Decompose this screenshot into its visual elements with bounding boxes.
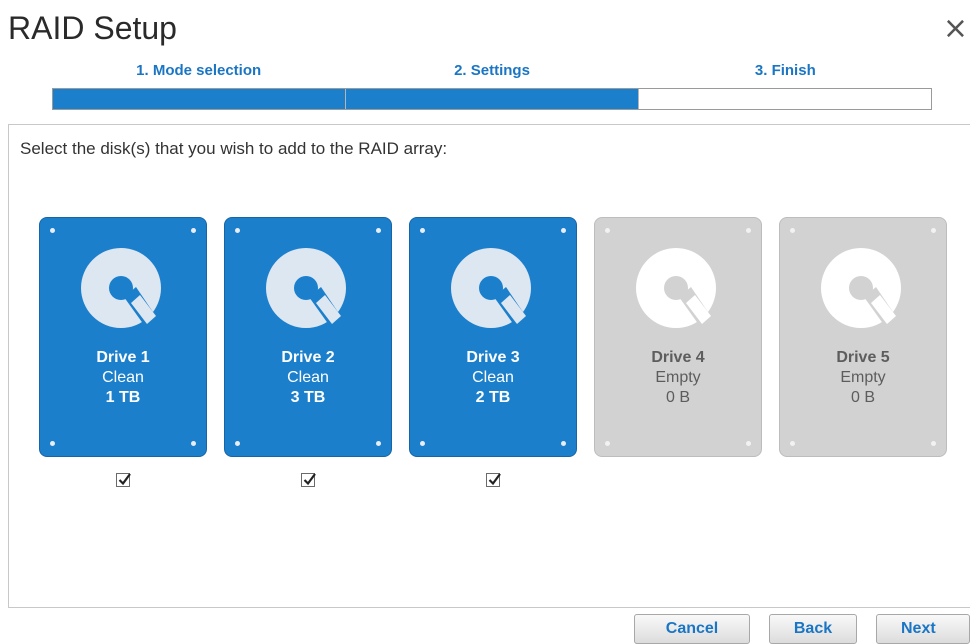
screw-icon (235, 228, 240, 233)
hard-disk-icon (636, 248, 716, 328)
drive-size: 2 TB (475, 389, 511, 406)
checkmark-icon (488, 473, 501, 486)
progress-segment-2 (346, 89, 639, 109)
progress-fill-2 (346, 89, 638, 109)
drive-status: Empty (840, 369, 886, 386)
drive-card-3[interactable]: Drive 3 Clean 2 TB (409, 217, 577, 457)
drive-name: Drive 2 (281, 349, 335, 366)
hard-disk-icon (451, 248, 531, 328)
screw-icon (235, 441, 240, 446)
progress-fill-1 (53, 89, 345, 109)
screw-icon (790, 441, 795, 446)
drive-name: Drive 3 (466, 349, 520, 366)
dialog-title: RAID Setup (8, 10, 177, 46)
drive-card-4: Drive 4 Empty 0 B (594, 217, 762, 457)
screw-icon (376, 441, 381, 446)
drive-column: Drive 5 Empty 0 B (779, 217, 947, 487)
screw-icon (746, 228, 751, 233)
screw-icon (605, 228, 610, 233)
screw-icon (420, 441, 425, 446)
button-bar: Cancel Back Next (634, 614, 970, 644)
screw-icon (746, 441, 751, 446)
instruction-text: Select the disk(s) that you wish to add … (20, 139, 448, 158)
step-labels: 1. Mode selection 2. Settings 3. Finish (52, 62, 932, 82)
screw-icon (790, 228, 795, 233)
screw-icon (376, 228, 381, 233)
screw-icon (561, 228, 566, 233)
drive-name: Drive 5 (836, 349, 890, 366)
screw-icon (50, 228, 55, 233)
drive-size: 0 B (665, 389, 690, 406)
cancel-button[interactable]: Cancel (634, 614, 750, 644)
drive-info: Drive 5 Empty 0 B (780, 348, 946, 408)
drive-name: Drive 1 (96, 349, 150, 366)
step-label-mode-selection: 1. Mode selection (136, 62, 262, 79)
hard-disk-icon (266, 248, 346, 328)
hard-disk-icon (81, 248, 161, 328)
drive-status: Empty (655, 369, 701, 386)
drive-card-2[interactable]: Drive 2 Clean 3 TB (224, 217, 392, 457)
step-indicator: 1. Mode selection 2. Settings 3. Finish (52, 62, 932, 110)
drive-card-1[interactable]: Drive 1 Clean 1 TB (39, 217, 207, 457)
drive-size: 3 TB (290, 389, 326, 406)
progress-bar (52, 88, 932, 110)
drive-checkbox-1[interactable] (116, 473, 131, 487)
screw-icon (931, 228, 936, 233)
drive-info: Drive 4 Empty 0 B (595, 348, 761, 408)
progress-segment-3 (639, 89, 931, 109)
drive-info: Drive 3 Clean 2 TB (410, 348, 576, 408)
drive-column: Drive 4 Empty 0 B (594, 217, 762, 487)
drive-size: 0 B (850, 389, 875, 406)
drive-status: Clean (287, 369, 329, 386)
screw-icon (191, 441, 196, 446)
drive-status: Clean (102, 369, 144, 386)
close-icon[interactable]: × (943, 14, 968, 44)
drive-info: Drive 1 Clean 1 TB (40, 348, 206, 408)
screw-icon (931, 441, 936, 446)
screw-icon (50, 441, 55, 446)
screw-icon (605, 441, 610, 446)
drive-column: Drive 1 Clean 1 TB (39, 217, 207, 487)
screw-icon (420, 228, 425, 233)
step-label-finish: 3. Finish (754, 62, 816, 79)
checkmark-icon (303, 473, 316, 486)
drive-column: Drive 3 Clean 2 TB (409, 217, 577, 487)
drive-column: Drive 2 Clean 3 TB (224, 217, 392, 487)
hard-disk-icon (821, 248, 901, 328)
drive-status: Clean (472, 369, 514, 386)
drive-info: Drive 2 Clean 3 TB (225, 348, 391, 408)
screw-icon (561, 441, 566, 446)
drive-card-5: Drive 5 Empty 0 B (779, 217, 947, 457)
drive-checkbox-3[interactable] (486, 473, 501, 487)
back-button[interactable]: Back (769, 614, 857, 644)
next-button[interactable]: Next (876, 614, 970, 644)
content-panel: Select the disk(s) that you wish to add … (8, 124, 970, 608)
drive-list: Drive 1 Clean 1 TB Drive 2 Clean 3 TB Dr… (39, 217, 947, 487)
progress-segment-1 (53, 89, 346, 109)
screw-icon (191, 228, 196, 233)
drive-checkbox-2[interactable] (301, 473, 316, 487)
drive-name: Drive 4 (651, 349, 705, 366)
drive-size: 1 TB (105, 389, 141, 406)
step-label-settings: 2. Settings (454, 62, 530, 79)
checkmark-icon (118, 473, 131, 486)
